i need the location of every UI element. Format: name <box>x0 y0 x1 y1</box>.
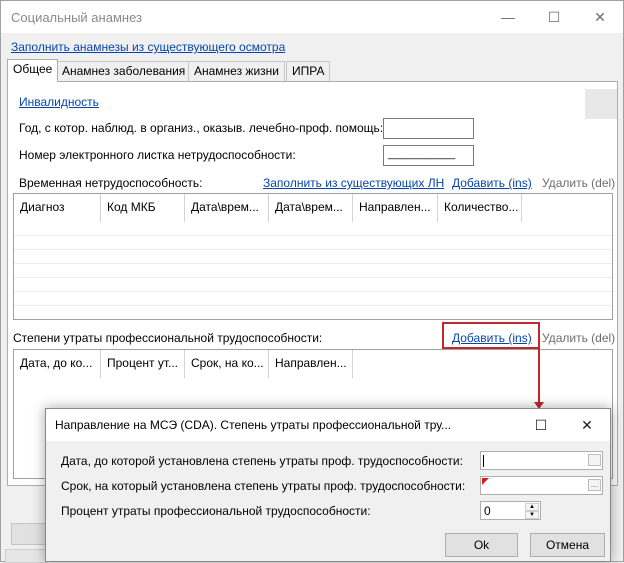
fill-from-exam-link[interactable]: Заполнить анамнезы из существующего осмо… <box>11 40 285 54</box>
maximize-icon: ☐ <box>534 416 548 433</box>
ok-button[interactable]: Ok <box>445 533 518 557</box>
stepper-down-button[interactable]: ▼ <box>525 511 539 519</box>
column-header[interactable]: Диагноз <box>14 194 101 222</box>
fill-from-ln-link[interactable]: Заполнить из существующих ЛН <box>263 176 444 190</box>
year-label: Год, с котор. наблюд. в организ., оказыв… <box>19 121 384 135</box>
arrow-down-icon: ▼ <box>529 512 535 518</box>
column-header[interactable]: Дата\врем... <box>185 194 269 222</box>
column-header[interactable]: Количество... <box>438 194 522 222</box>
prof-delete-link[interactable]: Удалить (del) <box>542 331 615 345</box>
hidden-button[interactable] <box>5 549 47 563</box>
cancel-button[interactable]: Отмена <box>530 533 605 557</box>
column-header[interactable]: Дата\врем... <box>269 194 353 222</box>
close-icon: ✕ <box>581 416 593 433</box>
empty-row <box>14 264 612 278</box>
date-input[interactable] <box>480 451 603 470</box>
ellipsis-icon: … <box>590 480 599 489</box>
minimize-button[interactable]: — <box>485 1 531 33</box>
temp-disability-grid[interactable]: Диагноз Код МКБ Дата\врем... Дата\врем..… <box>13 193 613 320</box>
connector-line <box>538 349 540 404</box>
percent-value: 0 <box>484 504 491 518</box>
term-label: Срок, на который установлена степень утр… <box>61 479 466 493</box>
temp-add-link[interactable]: Добавить (ins) <box>452 176 532 190</box>
empty-row <box>14 250 612 264</box>
tab-life-anamnesis[interactable]: Анамнез жизни <box>188 61 285 81</box>
mse-dialog: Направление на МСЭ (CDA). Степень утраты… <box>45 408 611 562</box>
arrow-up-icon: ▲ <box>529 504 535 510</box>
minimize-icon: — <box>501 9 515 25</box>
grid-header: Диагноз Код МКБ Дата\врем... Дата\врем..… <box>14 194 522 222</box>
maximize-button[interactable]: ☐ <box>531 1 577 33</box>
sick-leave-label: Номер электронного листка нетрудоспособн… <box>19 148 296 162</box>
empty-row <box>14 222 612 236</box>
column-header[interactable]: Срок, на ко... <box>185 350 269 378</box>
date-label: Дата, до которой установлена степень утр… <box>61 454 463 468</box>
empty-row <box>14 292 612 306</box>
tab-general[interactable]: Общее <box>7 59 59 82</box>
date-dots-button[interactable] <box>588 454 601 466</box>
temp-disability-label: Временная нетрудоспособность: <box>19 176 203 190</box>
window-title: Социальный анамнез <box>11 10 142 25</box>
year-input[interactable] <box>383 118 474 139</box>
column-header[interactable]: Направлен... <box>353 194 438 222</box>
hidden-button[interactable] <box>11 523 47 545</box>
grid-body <box>14 222 612 306</box>
term-input[interactable]: … <box>480 476 603 495</box>
column-header[interactable]: Дата, до ко... <box>14 350 101 378</box>
prof-loss-label: Степени утраты профессиональной трудоспо… <box>13 331 323 345</box>
empty-row <box>14 236 612 250</box>
close-button[interactable]: ✕ <box>577 1 623 33</box>
sick-leave-input[interactable]: ___________ <box>383 145 474 166</box>
disability-link[interactable]: Инвалидность <box>19 95 99 109</box>
empty-row <box>14 278 612 292</box>
dialog-close-button[interactable]: ✕ <box>564 409 610 441</box>
term-dots-button[interactable]: … <box>588 479 601 491</box>
column-header[interactable]: Процент ут... <box>101 350 185 378</box>
dialog-title-bar: Направление на МСЭ (CDA). Степень утраты… <box>46 409 610 441</box>
tab-ipra[interactable]: ИПРА <box>286 61 331 81</box>
percent-label: Процент утраты профессиональной трудоспо… <box>61 504 371 518</box>
tab-disease-anamnesis[interactable]: Анамнез заболевания <box>56 61 192 81</box>
stepper-up-button[interactable]: ▲ <box>525 503 539 511</box>
column-header[interactable]: Код МКБ <box>101 194 185 222</box>
required-marker-icon <box>482 478 489 485</box>
photo-placeholder <box>585 89 617 119</box>
text-cursor <box>483 455 484 467</box>
title-bar: Социальный анамнез — ☐ ✕ <box>1 1 623 33</box>
dialog-title: Направление на МСЭ (CDA). Степень утраты… <box>55 418 452 432</box>
column-header[interactable]: Направлен... <box>269 350 353 378</box>
grid-header: Дата, до ко... Процент ут... Срок, на ко… <box>14 350 353 378</box>
close-icon: ✕ <box>594 8 606 25</box>
prof-add-link[interactable]: Добавить (ins) <box>452 331 532 345</box>
percent-stepper[interactable]: 0 ▲ ▼ <box>480 501 541 520</box>
maximize-icon: ☐ <box>547 8 561 25</box>
temp-delete-link[interactable]: Удалить (del) <box>542 176 615 190</box>
dialog-maximize-button[interactable]: ☐ <box>518 409 564 441</box>
